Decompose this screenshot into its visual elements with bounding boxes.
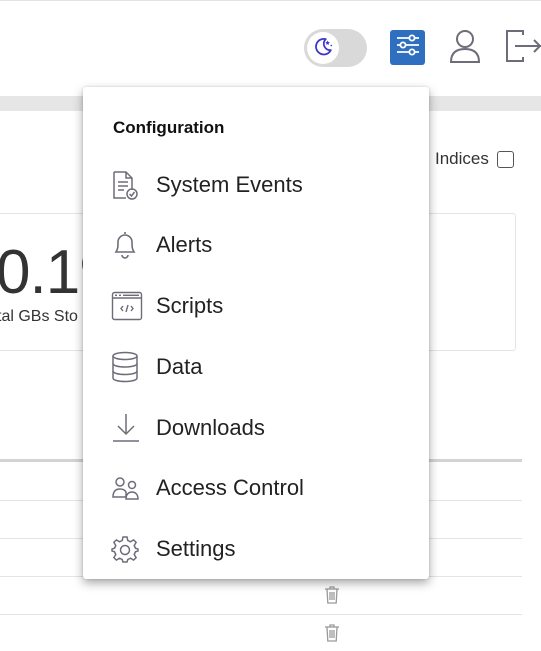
sliders-icon	[395, 32, 421, 63]
menu-item-label: System Events	[156, 172, 303, 197]
moon-stars-icon	[312, 35, 334, 62]
configuration-menu-button[interactable]	[390, 30, 425, 65]
download-icon	[111, 412, 151, 444]
menu-item-label: Scripts	[156, 293, 224, 318]
menu-item-label: Settings	[156, 536, 236, 561]
menu-item-system-events[interactable]: System Events	[83, 156, 429, 214]
bell-icon	[111, 229, 151, 261]
code-window-icon	[111, 291, 151, 321]
user-profile-button[interactable]	[446, 29, 484, 67]
table-row-divider	[0, 614, 522, 615]
menu-heading: Configuration	[113, 118, 225, 137]
storage-stat-caption: tal GBs Sto	[0, 308, 78, 325]
users-icon	[111, 475, 151, 501]
indices-checkbox[interactable]	[496, 150, 514, 168]
indices-label: Indices	[435, 149, 489, 168]
logout-icon	[503, 27, 541, 70]
indices-option: Indices	[435, 149, 514, 169]
menu-item-scripts[interactable]: Scripts	[83, 277, 429, 335]
trash-icon[interactable]	[324, 624, 340, 642]
menu-item-label: Access Control	[156, 475, 304, 500]
menu-item-data[interactable]: Data	[83, 338, 429, 396]
toggle-knob	[307, 32, 339, 64]
user-icon	[448, 28, 482, 69]
trash-icon[interactable]	[324, 586, 340, 604]
theme-toggle[interactable]	[304, 29, 367, 67]
menu-item-label: Alerts	[156, 232, 213, 257]
gear-icon	[111, 535, 151, 563]
database-icon	[111, 351, 151, 383]
menu-item-settings[interactable]: Settings	[83, 520, 429, 578]
menu-item-label: Downloads	[156, 415, 265, 440]
document-check-icon	[111, 170, 151, 200]
menu-item-access-control[interactable]: Access Control	[83, 459, 429, 517]
logout-button[interactable]	[503, 29, 541, 67]
menu-item-label: Data	[156, 354, 203, 379]
menu-item-alerts[interactable]: Alerts	[83, 216, 429, 274]
configuration-dropdown-menu: Configuration System Events Alerts Scrip…	[83, 87, 429, 579]
menu-item-downloads[interactable]: Downloads	[83, 399, 429, 457]
